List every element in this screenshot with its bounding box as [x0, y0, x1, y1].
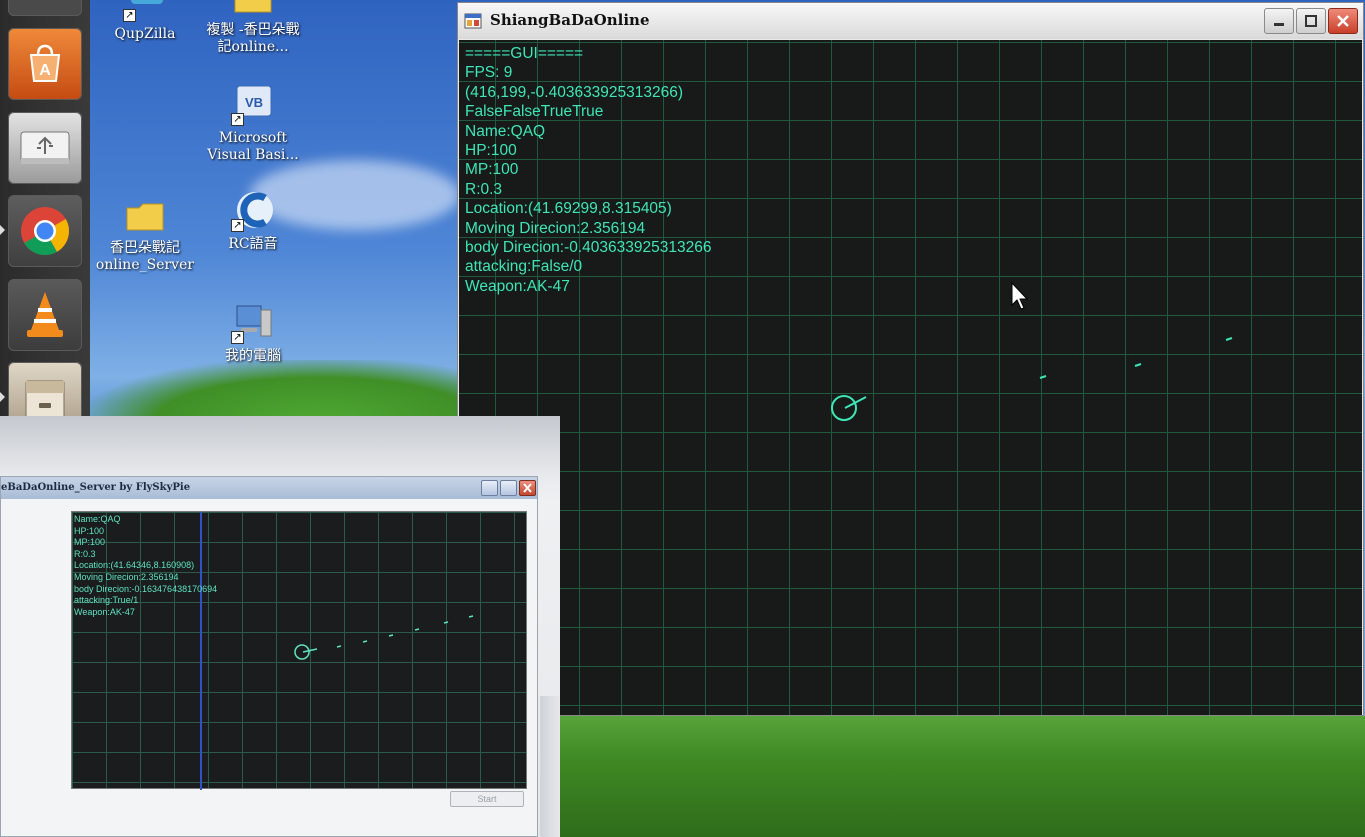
shortcut-arrow-icon: ↗	[231, 113, 244, 126]
bullet	[1134, 363, 1142, 367]
bullet	[336, 645, 342, 648]
wallpaper-hill	[90, 360, 470, 420]
minimize-button[interactable]	[1264, 8, 1294, 34]
game-window-titlebar[interactable]: ShiangBaDaOnline	[458, 3, 1363, 39]
desktop-icon-label: RC語音	[228, 236, 278, 252]
maximize-button[interactable]	[1296, 8, 1326, 34]
my-computer-icon: ↗	[231, 300, 275, 344]
desktop-icon-label: 香巴朵戰記online_Server	[95, 240, 195, 273]
launcher-dock: A	[0, 0, 90, 434]
bullet	[1039, 375, 1047, 379]
dock-chrome[interactable]	[8, 195, 82, 267]
server-window[interactable]: eBaDaOnline_Server by FlySkyPie Name:QAQ…	[0, 476, 538, 837]
photo-edge	[540, 696, 560, 837]
mouse-cursor-icon	[1011, 281, 1029, 310]
bullet	[468, 615, 474, 618]
shortcut-arrow-icon: ↗	[123, 9, 136, 22]
close-icon	[1337, 15, 1349, 27]
visual-basic-icon: VB ↗	[231, 82, 275, 126]
server-canvas[interactable]: Name:QAQ HP:100 MP:100 R:0.3 Location:(4…	[71, 511, 527, 790]
app-window-icon	[464, 12, 482, 30]
dock-active-indicator	[0, 225, 5, 235]
dock-vlc[interactable]	[8, 279, 82, 351]
bullet	[414, 628, 420, 631]
desktop-icon-label: 我的電腦	[225, 348, 281, 364]
close-button[interactable]	[1328, 8, 1358, 34]
svg-text:A: A	[39, 62, 51, 79]
server-photo: eBaDaOnline_Server by FlySkyPie Name:QAQ…	[0, 416, 560, 837]
game-scene	[831, 281, 1233, 421]
usb-drive-icon	[8, 112, 82, 184]
desktop-icon-copy-folder[interactable]: 複製 -香巴朵戰記online...	[198, 0, 308, 56]
desktop-icon-qupzilla[interactable]: ↗ QupZilla	[90, 0, 200, 43]
dock-software-center[interactable]: A	[8, 28, 82, 100]
dock-usb-drive[interactable]	[8, 112, 82, 184]
maximize-icon	[1305, 15, 1317, 27]
game-window[interactable]: ShiangBaDaOnline =====GUI===== FPS: 9 (4…	[457, 2, 1364, 716]
server-window-title: eBaDaOnline_Server by FlySkyPie	[1, 482, 191, 493]
bullet	[388, 634, 394, 637]
dock-item-top[interactable]	[8, 0, 82, 16]
close-icon	[523, 483, 532, 493]
server-scene	[294, 615, 474, 660]
player-character	[831, 395, 857, 421]
shortcut-arrow-icon: ↗	[231, 331, 244, 344]
desktop-icon-my-computer[interactable]: ↗ 我的電腦	[198, 300, 308, 365]
game-canvas[interactable]: =====GUI===== FPS: 9 (416,199,-0.4036339…	[459, 40, 1362, 715]
desktop-icon-label: QupZilla	[114, 26, 176, 42]
server-start-button[interactable]: Start	[450, 791, 524, 807]
shortcut-arrow-icon: ↗	[231, 219, 244, 232]
dock-running-indicator	[0, 392, 5, 402]
server-window-titlebar[interactable]: eBaDaOnline_Server by FlySkyPie	[1, 477, 537, 499]
vlc-icon	[8, 279, 82, 351]
wallpaper-grass	[560, 716, 1365, 837]
server-close-button[interactable]	[519, 480, 536, 496]
desktop-icon-label: 複製 -香巴朵戰記online...	[206, 22, 300, 55]
qupzilla-icon: ↗	[123, 0, 167, 22]
game-window-title: ShiangBaDaOnline	[490, 11, 650, 29]
server-aim-line	[302, 648, 318, 653]
photo-background	[0, 416, 560, 476]
bullet	[362, 640, 368, 643]
desktop-icon-server-folder[interactable]: 香巴朵戰記online_Server	[90, 192, 200, 274]
folder-icon	[123, 192, 167, 236]
svg-text:VB: VB	[245, 95, 263, 110]
desktop-icon-label: Microsoft Visual Basi...	[207, 130, 299, 163]
rc-voice-icon: ↗	[231, 188, 275, 232]
server-maximize-button[interactable]	[500, 480, 517, 496]
bullet	[443, 621, 449, 624]
desktop-icon-visual-basic[interactable]: VB ↗ Microsoft Visual Basi...	[198, 82, 308, 164]
bullet	[1225, 337, 1233, 341]
folder-icon	[231, 0, 275, 18]
desktop-icon-rc-voice[interactable]: ↗ RC語音	[198, 188, 308, 253]
server-minimize-button[interactable]	[481, 480, 498, 496]
software-center-icon: A	[8, 28, 82, 100]
chrome-icon	[8, 195, 82, 267]
server-player-character	[294, 644, 310, 660]
minimize-icon	[1274, 23, 1284, 26]
